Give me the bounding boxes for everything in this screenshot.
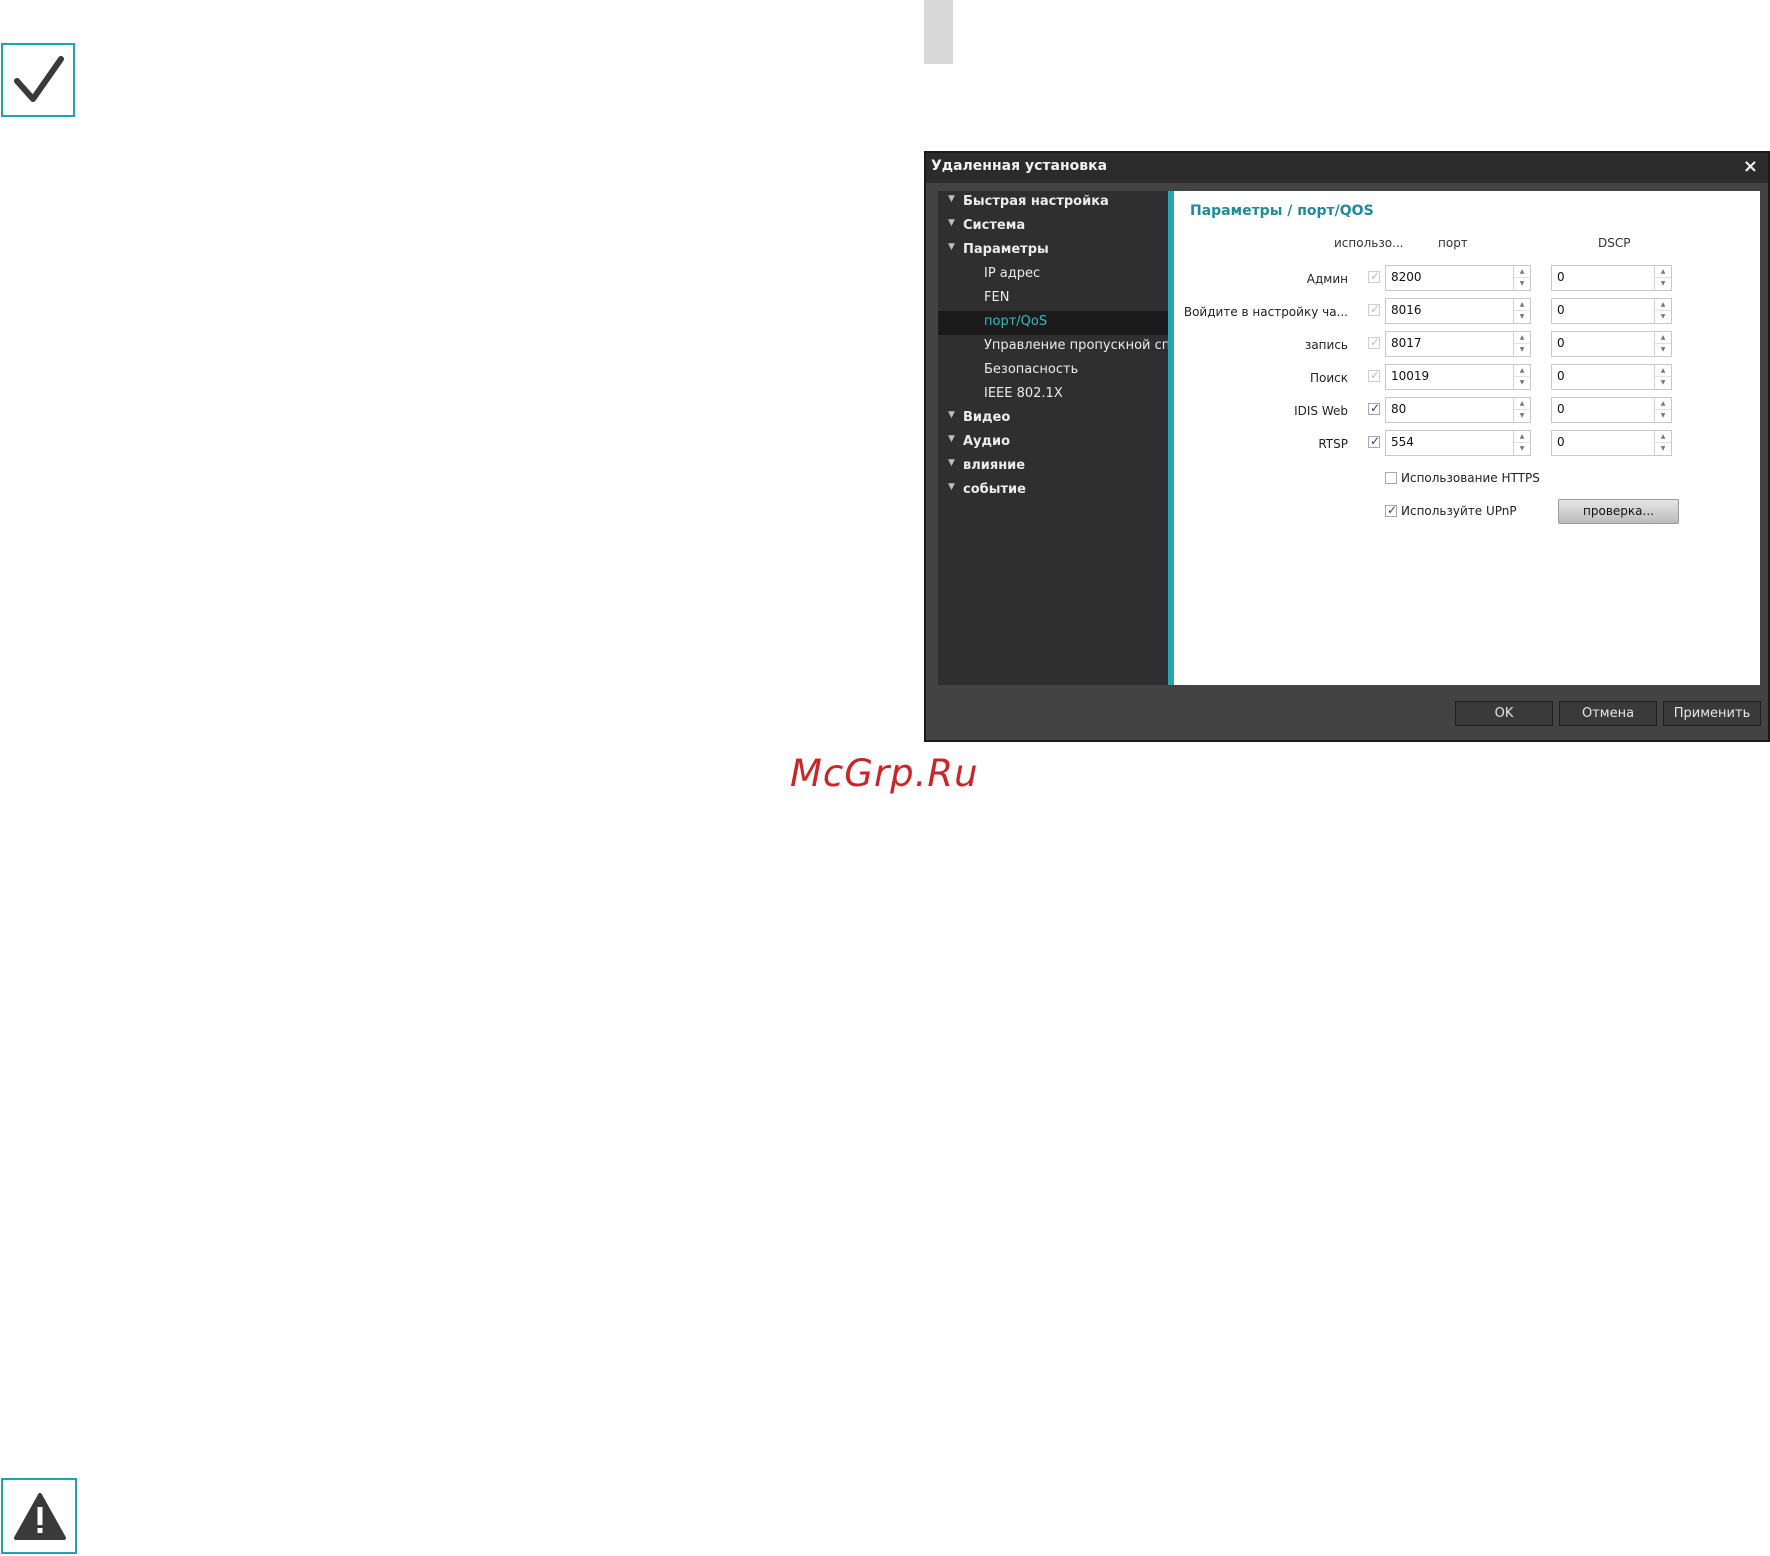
tree-item-system[interactable]: ▼ Система [938,215,1168,239]
tree-item-bandwidth[interactable]: Управление пропускной спос [938,335,1168,359]
checkmark-icon: ✓ [1370,269,1381,283]
tree-item-fen[interactable]: FEN [938,287,1168,311]
use-checkbox-idis-web[interactable]: ✓ [1368,401,1381,415]
spin-down-icon[interactable]: ▼ [1655,377,1671,389]
dialog-title: Удаленная установка [931,158,1108,174]
expand-arrow-icon: ▼ [948,410,955,420]
spin-up-icon[interactable]: ▲ [1514,332,1530,344]
checkmark-icon: ✓ [1370,401,1381,415]
dscp-spinbox-idis-web[interactable]: 0 ▲ ▼ [1551,397,1672,423]
row-label: Войдите в настройку ча... [1183,305,1348,319]
expand-arrow-icon: ▼ [948,482,955,492]
tree-item-port-qos[interactable]: порт/QoS [938,311,1168,335]
spin-down-icon[interactable]: ▼ [1514,443,1530,455]
spin-down-icon[interactable]: ▼ [1655,344,1671,356]
panel-heading: Параметры / порт/QOS [1190,203,1374,219]
port-spinbox-idis-web[interactable]: 80 ▲ ▼ [1385,397,1531,423]
settings-tree: ▼ Быстрая настройка ▼ Система ▼ Параметры I… [938,191,1168,685]
checkmark-icon: ✓ [1370,434,1381,448]
use-checkbox-search[interactable]: ✓ [1368,368,1381,382]
spin-up-icon[interactable]: ▲ [1514,398,1530,410]
row-label: RTSP [1318,437,1348,451]
remote-setup-dialog: Удаленная установка × ▼ Быстрая настройка… [924,151,1770,742]
note-check-icon [1,43,75,117]
dscp-spinbox-admin[interactable]: 0 ▲ ▼ [1551,265,1672,291]
use-checkbox-rtsp[interactable]: ✓ [1368,434,1381,448]
spin-down-icon[interactable]: ▼ [1655,278,1671,290]
checkmark-icon: ✓ [1370,335,1381,349]
column-header-use: использо... [1334,236,1404,250]
expand-arrow-icon: ▼ [948,218,955,228]
use-checkbox-remote-setup[interactable]: ✓ [1368,302,1381,316]
spin-up-icon[interactable]: ▲ [1655,332,1671,344]
expand-arrow-icon: ▼ [948,458,955,468]
tree-item-network[interactable]: ▼ Параметры [938,239,1168,263]
row-label: запись [1304,338,1348,352]
ok-button[interactable]: OK [1455,701,1553,726]
row-label: Админ [1306,272,1348,286]
port-spinbox-remote-setup[interactable]: 8016 ▲ ▼ [1385,298,1531,324]
spin-down-icon[interactable]: ▼ [1514,344,1530,356]
column-header-port: порт [1438,236,1468,250]
spin-down-icon[interactable]: ▼ [1514,410,1530,422]
spin-up-icon[interactable]: ▲ [1655,365,1671,377]
checkmark-icon: ✓ [1370,302,1381,316]
checkmark-icon: ✓ [1387,503,1398,517]
use-checkbox-admin[interactable]: ✓ [1368,269,1381,283]
tree-item-quick-setup[interactable]: ▼ Быстрая настройка [938,191,1168,215]
use-checkbox-record[interactable]: ✓ [1368,335,1381,349]
upnp-label: Используйте UPnP [1401,504,1517,518]
https-checkbox[interactable] [1385,472,1397,484]
spin-up-icon[interactable]: ▲ [1514,299,1530,311]
spin-up-icon[interactable]: ▲ [1655,398,1671,410]
https-label: Использование HTTPS [1401,471,1540,485]
column-header-dscp: DSCP [1598,236,1631,250]
tree-item-event[interactable]: ▼ событие [938,479,1168,503]
checkmark-icon: ✓ [1370,368,1381,382]
port-spinbox-search[interactable]: 10019 ▲ ▼ [1385,364,1531,390]
tree-item-audio[interactable]: ▼ Аудио [938,431,1168,455]
tree-item-ip-address[interactable]: IP адрес [938,263,1168,287]
port-spinbox-admin[interactable]: 8200 ▲ ▼ [1385,265,1531,291]
port-spinbox-rtsp[interactable]: 554 ▲ ▼ [1385,430,1531,456]
dscp-spinbox-search[interactable]: 0 ▲ ▼ [1551,364,1672,390]
spin-down-icon[interactable]: ▼ [1655,311,1671,323]
expand-arrow-icon: ▼ [948,194,955,204]
spin-down-icon[interactable]: ▼ [1514,377,1530,389]
spin-up-icon[interactable]: ▲ [1655,299,1671,311]
port-spinbox-record[interactable]: 8017 ▲ ▼ [1385,331,1531,357]
spin-up-icon[interactable]: ▲ [1514,431,1530,443]
spin-down-icon[interactable]: ▼ [1514,278,1530,290]
tree-item-video[interactable]: ▼ Видео [938,407,1168,431]
port-qos-panel: Параметры / порт/QOS использо... порт DS… [1174,191,1760,685]
spin-down-icon[interactable]: ▼ [1655,443,1671,455]
section-bar [924,0,953,64]
dialog-titlebar: Удаленная установка × [926,153,1768,183]
watermark-text: McGrp.Ru [790,752,979,795]
tree-item-security[interactable]: Безопасность [938,359,1168,383]
dscp-spinbox-rtsp[interactable]: 0 ▲ ▼ [1551,430,1672,456]
spin-down-icon[interactable]: ▼ [1655,410,1671,422]
spin-up-icon[interactable]: ▲ [1514,266,1530,278]
expand-arrow-icon: ▼ [948,242,955,252]
spin-up-icon[interactable]: ▲ [1514,365,1530,377]
dscp-spinbox-record[interactable]: 0 ▲ ▼ [1551,331,1672,357]
spin-up-icon[interactable]: ▲ [1655,266,1671,278]
upnp-checkbox[interactable]: ✓ [1385,503,1398,517]
tree-item-ieee8021x[interactable]: IEEE 802.1X [938,383,1168,407]
tree-item-influence[interactable]: ▼ влияние [938,455,1168,479]
spin-down-icon[interactable]: ▼ [1514,311,1530,323]
check-upnp-button[interactable]: проверка... [1558,499,1679,524]
row-label: IDIS Web [1294,404,1348,418]
expand-arrow-icon: ▼ [948,434,955,444]
dscp-spinbox-remote-setup[interactable]: 0 ▲ ▼ [1551,298,1672,324]
spin-up-icon[interactable]: ▲ [1655,431,1671,443]
apply-button[interactable]: Применить [1663,701,1761,726]
cancel-button[interactable]: Отмена [1559,701,1657,726]
warning-icon [1,1478,77,1554]
row-label: Поиск [1309,371,1348,385]
close-icon[interactable]: × [1743,156,1758,177]
